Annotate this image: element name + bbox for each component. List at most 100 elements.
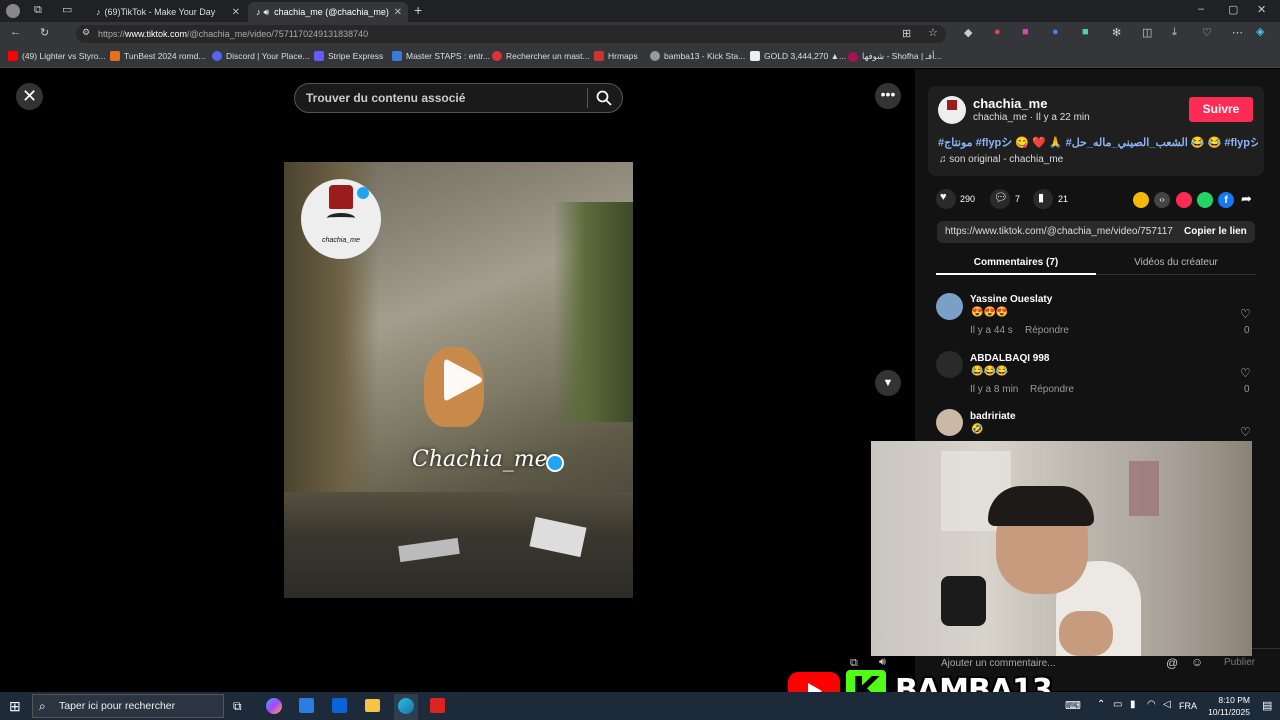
performance-icon[interactable]: ♡ xyxy=(1202,26,1212,39)
store-icon[interactable] xyxy=(299,698,314,713)
split-screen-icon[interactable]: ◫ xyxy=(1142,26,1152,39)
tray-icon[interactable]: ▭ xyxy=(1113,699,1122,710)
comment-author[interactable]: badririate xyxy=(970,411,1016,422)
task-view-icon[interactable]: ⧉ xyxy=(233,699,242,714)
more-menu-icon[interactable]: ⋯ xyxy=(1232,26,1243,39)
edge-taskbar-active[interactable] xyxy=(394,694,418,720)
heart-outline-icon[interactable]: ♡ xyxy=(1240,366,1251,380)
bookmark-item[interactable]: Rechercher un mast... xyxy=(492,51,590,61)
bookmark-item[interactable]: Master STAPS : entr... xyxy=(392,51,490,61)
avatar[interactable] xyxy=(936,293,963,320)
post-caption[interactable]: #مونتاج #flypシ 😋 ❤️ 🙏 #الشعب_الصيني_ماله… xyxy=(938,134,1258,150)
mention-icon[interactable]: @ xyxy=(1166,656,1178,670)
avatar[interactable] xyxy=(936,351,963,378)
volume-icon[interactable]: 🔊︎ xyxy=(879,656,886,669)
tab-actions-icon[interactable]: ▭ xyxy=(62,3,72,16)
tab-comments[interactable]: Commentaires (7) xyxy=(936,257,1096,268)
comment-author[interactable]: ABDALBAQI 998 xyxy=(970,353,1049,364)
workspaces-icon[interactable]: ⧉ xyxy=(34,4,42,17)
app-icon[interactable] xyxy=(430,698,445,713)
related-search-input[interactable]: Trouver du contenu associé xyxy=(294,83,623,113)
share-arrow-icon[interactable]: ➦ xyxy=(1241,191,1252,207)
heart-outline-icon[interactable]: ♡ xyxy=(1240,307,1251,321)
comment-author[interactable]: Yassine Oueslaty xyxy=(970,294,1052,305)
bookmark-item[interactable]: bamba13 - Kick Sta... xyxy=(650,51,745,61)
next-video-button[interactable]: ▼ xyxy=(875,370,901,396)
extension-icon[interactable]: ◆ xyxy=(964,26,972,39)
publish-button[interactable]: Publier xyxy=(1224,657,1255,668)
whatsapp-icon[interactable] xyxy=(1197,192,1213,208)
comment-button[interactable]: 💬︎ xyxy=(990,189,1010,209)
profile-avatar-icon[interactable] xyxy=(6,4,20,18)
windows-start-icon[interactable]: ⊞ xyxy=(9,698,21,715)
install-app-icon[interactable]: ⊞ xyxy=(902,27,911,40)
bookmark-item[interactable]: GOLD 3,444,270 ▲... xyxy=(750,51,846,61)
speaker-icon[interactable]: 🔊︎ xyxy=(264,7,270,18)
language-indicator[interactable]: FRA xyxy=(1179,701,1197,711)
extension-icon[interactable]: ● xyxy=(1052,26,1059,38)
keyboard-icon[interactable]: ⌨ xyxy=(1065,699,1081,712)
clock-date[interactable]: 10/11/2025 xyxy=(1200,707,1250,717)
extension-icon[interactable]: ■ xyxy=(1022,26,1029,38)
more-options-button[interactable]: ••• xyxy=(875,83,901,109)
reload-icon[interactable]: ↻ xyxy=(40,26,49,39)
bookmark-item[interactable]: TunBest 2024 romd... xyxy=(110,51,205,61)
video-link[interactable]: https://www.tiktok.com/@chachia_me/video… xyxy=(945,226,1173,237)
bookmark-item[interactable]: شوفها - Shofha | أفـ... xyxy=(848,51,942,62)
clock-time[interactable]: 8:10 PM xyxy=(1200,695,1250,705)
notifications-icon[interactable]: ▤ xyxy=(1262,699,1272,712)
like-button[interactable]: ♥ xyxy=(936,189,956,209)
save-button[interactable]: ▮ xyxy=(1033,189,1053,209)
bookmark-item[interactable]: (49) Lighter vs Styro... xyxy=(8,51,106,61)
embed-icon[interactable]: ‹› xyxy=(1154,192,1170,208)
maximize-icon[interactable]: ▢ xyxy=(1228,3,1238,16)
close-viewer-button[interactable]: ✕ xyxy=(16,83,43,110)
site-info-icon[interactable]: ⚙ xyxy=(82,27,90,38)
search-icon[interactable] xyxy=(596,90,612,106)
downloads-icon[interactable]: ⤓ xyxy=(1172,26,1177,39)
avatar[interactable] xyxy=(938,96,966,124)
reply-button[interactable]: Répondre xyxy=(1025,325,1069,336)
tray-icon[interactable]: ▮ xyxy=(1130,699,1136,710)
copilot-icon[interactable]: ◈ xyxy=(1256,25,1264,38)
url-input[interactable]: https://www.tiktok.com/@chachia_me/video… xyxy=(76,25,946,43)
bookmark-item[interactable]: Stripe Express xyxy=(314,51,383,61)
copilot-icon[interactable] xyxy=(266,698,282,714)
sound-row[interactable]: ♫ son original - chachia_me xyxy=(939,154,1063,165)
pip-icon[interactable]: ⧉ xyxy=(850,657,858,670)
new-tab-icon[interactable]: + xyxy=(414,2,422,18)
bookmark-item[interactable]: Hrmaps xyxy=(594,51,638,61)
tab-tiktok-home[interactable]: ♪ (69)TikTok - Make Your Day ✕ xyxy=(88,2,246,22)
extensions-puzzle-icon[interactable]: ✻ xyxy=(1112,26,1121,39)
bookmark-label: TunBest 2024 romd... xyxy=(124,51,206,61)
extension-icon[interactable]: ● xyxy=(994,26,1001,38)
tab-creator-videos[interactable]: Vidéos du créateur xyxy=(1096,257,1256,268)
bookmark-item[interactable]: Discord | Your Place... xyxy=(212,51,309,61)
follow-button[interactable]: Suivre xyxy=(1189,97,1253,122)
gift-icon[interactable] xyxy=(1133,192,1149,208)
tab-chachia[interactable]: ♪ 🔊︎ chachia_me (@chachia_me) ✕ xyxy=(248,2,408,22)
volume-icon[interactable]: ◁ xyxy=(1163,699,1171,710)
facebook-icon[interactable]: f xyxy=(1218,192,1234,208)
extension-icon[interactable]: ■ xyxy=(1082,26,1089,38)
send-to-friends-icon[interactable] xyxy=(1176,192,1192,208)
person-hair xyxy=(988,486,1094,526)
window-close-icon[interactable]: ✕ xyxy=(1257,3,1266,16)
minimize-icon[interactable]: – xyxy=(1198,3,1204,15)
back-icon[interactable]: ← xyxy=(10,26,21,38)
close-tab-icon[interactable]: ✕ xyxy=(232,7,240,18)
copy-link-button[interactable]: Copier le lien xyxy=(1184,226,1247,237)
chevron-up-icon[interactable]: ⌃ xyxy=(1097,699,1105,710)
outlook-icon[interactable] xyxy=(332,698,347,713)
emoji-icon[interactable]: ☺ xyxy=(1191,655,1203,669)
avatar[interactable] xyxy=(936,409,963,436)
favorite-star-icon[interactable]: ☆ xyxy=(928,26,938,39)
file-explorer-icon[interactable] xyxy=(365,699,380,712)
taskbar-search[interactable]: Taper ici pour rechercher xyxy=(32,694,224,718)
wifi-icon[interactable]: ◠ xyxy=(1147,699,1156,710)
reply-button[interactable]: Répondre xyxy=(1030,384,1074,395)
heart-outline-icon[interactable]: ♡ xyxy=(1240,425,1251,439)
play-icon[interactable] xyxy=(440,356,484,404)
close-tab-icon[interactable]: ✕ xyxy=(394,7,402,18)
post-username[interactable]: chachia_me xyxy=(973,96,1047,111)
